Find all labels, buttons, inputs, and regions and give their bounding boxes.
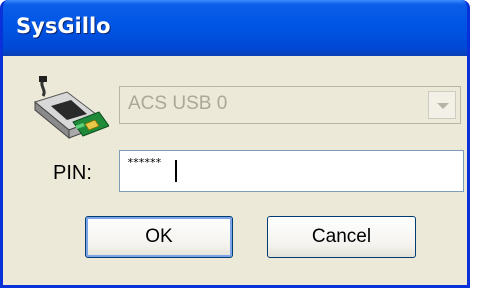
text-caret bbox=[175, 160, 177, 182]
reader-select-value: ACS USB 0 bbox=[128, 93, 228, 114]
pin-label: PIN: bbox=[53, 162, 92, 184]
cancel-button[interactable]: Cancel bbox=[267, 216, 416, 258]
window-title: SysGillo bbox=[16, 14, 111, 38]
reader-select[interactable]: ACS USB 0 bbox=[119, 86, 461, 124]
pin-field[interactable]: ****** bbox=[119, 150, 464, 192]
dialog-window: SysGillo ACS USB 0 PIN: ****** OK Cancel bbox=[0, 0, 470, 288]
reader-dropdown-button[interactable] bbox=[428, 91, 456, 119]
title-bar[interactable]: SysGillo bbox=[3, 0, 467, 56]
chevron-down-icon bbox=[437, 103, 449, 109]
smartcard-reader-icon bbox=[33, 76, 109, 140]
ok-button[interactable]: OK bbox=[85, 216, 233, 258]
dialog-body: ACS USB 0 PIN: ****** OK Cancel bbox=[3, 56, 467, 285]
